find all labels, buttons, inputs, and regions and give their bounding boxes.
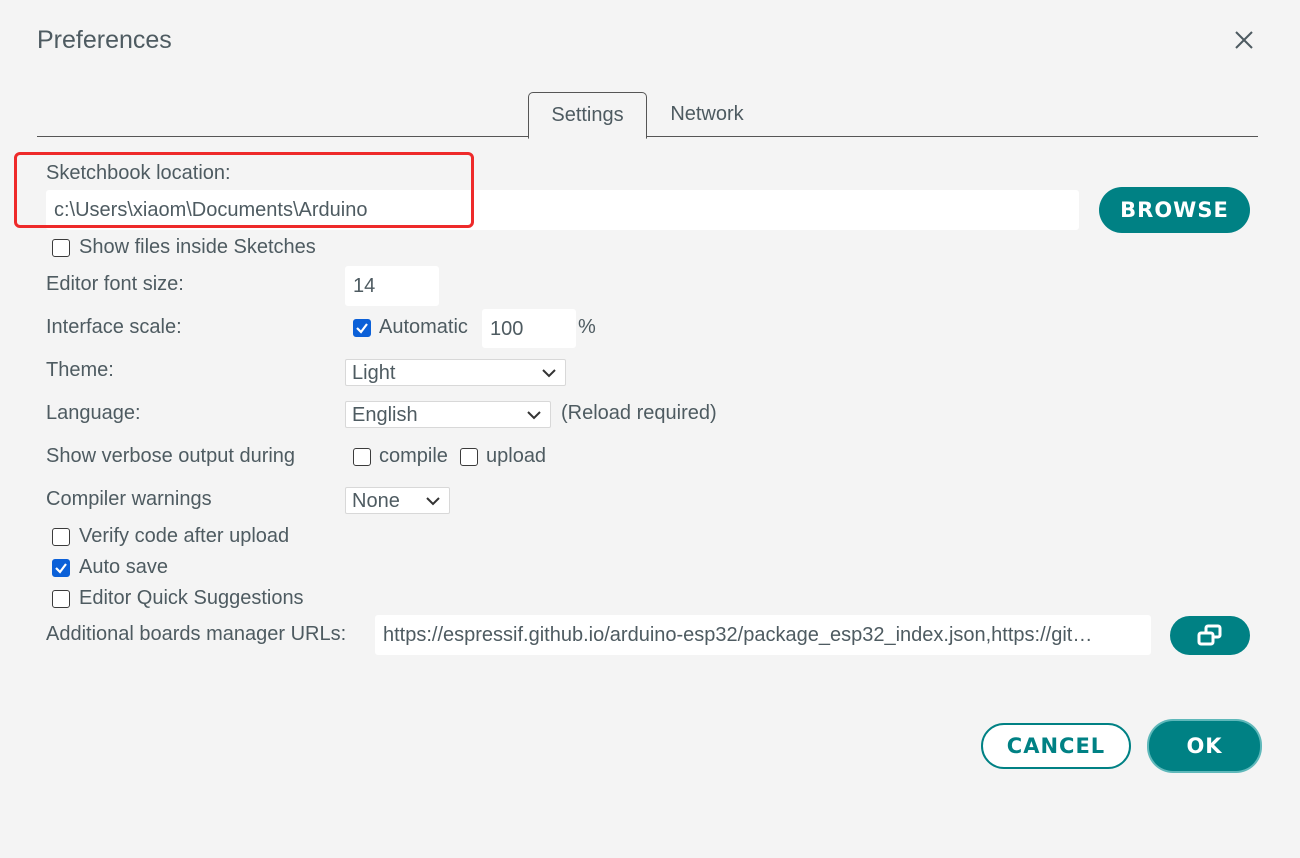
verbose-upload-label: upload [486, 445, 547, 467]
verbose-upload-checkbox[interactable] [460, 448, 478, 466]
checkmark-icon [55, 563, 67, 574]
boards-urls-label: Additional boards manager URLs: [46, 623, 347, 645]
boards-urls-input[interactable]: https://espressif.github.io/arduino-esp3… [375, 615, 1151, 655]
browse-button[interactable]: BROWSE [1099, 187, 1250, 233]
theme-selected-value: Light [352, 362, 396, 384]
tab-network[interactable]: Network [650, 92, 764, 136]
editor-font-size-input[interactable]: 14 [345, 266, 439, 306]
verify-code-checkbox[interactable] [52, 528, 70, 546]
reload-required-note: (Reload required) [561, 402, 717, 424]
interface-scale-label: Interface scale: [46, 316, 182, 338]
open-urls-editor-button[interactable] [1170, 616, 1250, 655]
ok-button[interactable]: OK [1149, 721, 1260, 771]
quick-suggestions-label: Editor Quick Suggestions [79, 587, 304, 609]
automatic-scale-label: Automatic [379, 316, 468, 338]
dialog-title: Preferences [37, 26, 172, 54]
verbose-compile-checkbox[interactable] [353, 448, 371, 466]
open-window-icon [1197, 624, 1222, 646]
language-selected-value: English [352, 404, 418, 426]
chevron-down-icon [542, 369, 556, 378]
theme-label: Theme: [46, 359, 114, 381]
cancel-button[interactable]: CANCEL [981, 723, 1131, 769]
quick-suggestions-checkbox[interactable] [52, 590, 70, 608]
auto-save-label: Auto save [79, 556, 168, 578]
language-select[interactable]: English [345, 401, 551, 428]
preferences-dialog: Preferences Settings Network Sketchbook … [0, 0, 1300, 858]
verbose-compile-label: compile [379, 445, 448, 467]
chevron-down-icon [426, 497, 440, 506]
verify-code-label: Verify code after upload [79, 525, 290, 547]
language-label: Language: [46, 402, 141, 424]
auto-save-checkbox[interactable] [52, 559, 70, 577]
theme-select[interactable]: Light [345, 359, 566, 386]
close-button[interactable] [1228, 24, 1260, 56]
editor-font-size-label: Editor font size: [46, 273, 184, 295]
tabs-divider [37, 136, 1258, 137]
show-files-label: Show files inside Sketches [79, 236, 316, 258]
checkmark-icon [356, 323, 368, 334]
compiler-warnings-selected-value: None [352, 490, 400, 512]
chevron-down-icon [527, 411, 541, 420]
tab-settings[interactable]: Settings [528, 92, 647, 139]
interface-scale-input[interactable]: 100 [482, 309, 576, 348]
highlight-box [14, 152, 474, 228]
verbose-output-label: Show verbose output during [46, 445, 296, 467]
show-files-checkbox[interactable] [52, 239, 70, 257]
compiler-warnings-select[interactable]: None [345, 487, 450, 514]
automatic-scale-checkbox[interactable] [353, 319, 371, 337]
close-icon [1235, 31, 1253, 49]
interface-scale-unit: % [578, 316, 596, 338]
compiler-warnings-label: Compiler warnings [46, 488, 212, 510]
